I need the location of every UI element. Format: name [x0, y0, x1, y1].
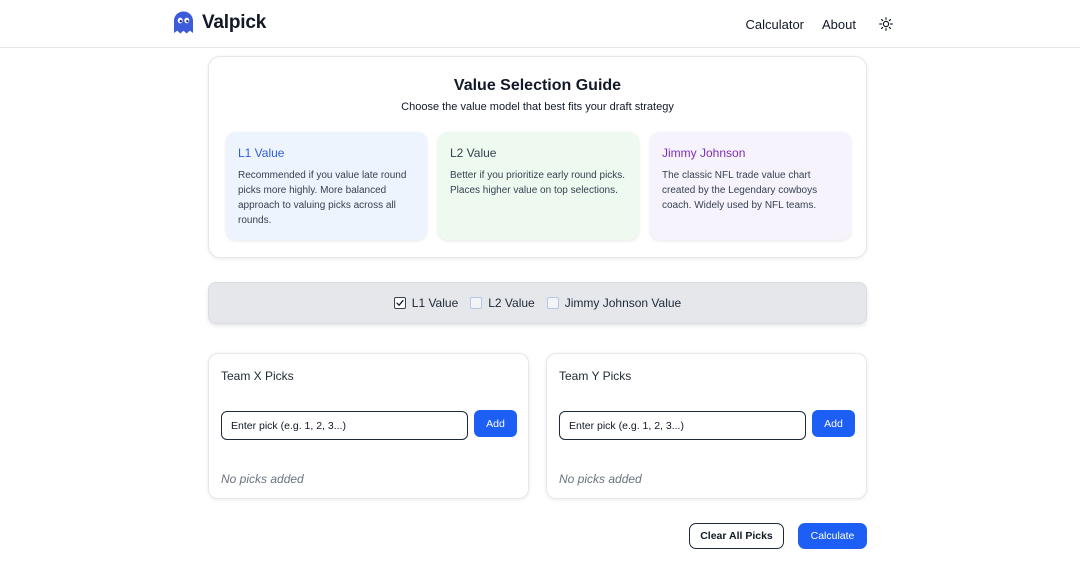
option-l2-value[interactable]: L2 Value — [470, 296, 535, 310]
guide-title: Value Selection Guide — [453, 77, 622, 94]
option-label: Jimmy Johnson Value — [564, 296, 682, 310]
checkmark-icon — [396, 299, 404, 306]
calculate-button[interactable]: Calculate — [798, 523, 867, 549]
app-name: Valpick — [202, 12, 267, 33]
brand-home-link[interactable]: Valpick — [173, 11, 266, 35]
model-card-l2: L2 Value Better if you prioritize early … — [438, 132, 639, 240]
team-y-pick-input[interactable] — [559, 411, 806, 440]
sun-icon — [879, 17, 893, 31]
l1-value-checkbox[interactable] — [393, 297, 406, 309]
theme-toggle-button[interactable] — [876, 14, 896, 34]
main-nav: Calculator About — [727, 0, 896, 48]
model-card-title: L1 Value — [238, 146, 285, 160]
value-model-selector: L1 Value L2 Value Jimmy Johnson Value — [208, 282, 867, 324]
clear-all-picks-button[interactable]: Clear All Picks — [689, 523, 784, 549]
option-label: L2 Value — [488, 296, 535, 310]
jimmy-johnson-value-checkbox[interactable] — [546, 297, 559, 309]
model-card-title: Jimmy Johnson — [662, 146, 746, 160]
team-x-panel: Team X Picks Add No picks added — [208, 353, 529, 499]
team-x-empty-state: No picks added — [221, 472, 304, 486]
option-jimmy-johnson-value[interactable]: Jimmy Johnson Value — [546, 296, 682, 310]
option-l1-value[interactable]: L1 Value — [393, 296, 459, 310]
team-y-panel: Team Y Picks Add No picks added — [546, 353, 867, 499]
team-x-add-button[interactable]: Add — [474, 410, 517, 437]
nav-about-link[interactable]: About — [822, 17, 856, 32]
l2-value-checkbox[interactable] — [470, 297, 483, 309]
model-card-title: L2 Value — [450, 146, 497, 160]
team-y-title: Team Y Picks — [559, 369, 632, 383]
guide-subtitle: Choose the value model that best fits yo… — [401, 101, 674, 113]
model-card-description: Better if you prioritize early round pic… — [450, 170, 626, 196]
model-card-description: Recommended if you value late round pick… — [238, 170, 407, 226]
model-card-description: The classic NFL trade value chart create… — [662, 170, 818, 211]
team-y-add-button[interactable]: Add — [812, 410, 855, 437]
team-x-title: Team X Picks — [221, 369, 294, 383]
option-label: L1 Value — [411, 296, 459, 310]
model-card-l1: L1 Value Recommended if you value late r… — [226, 132, 427, 240]
value-selection-guide: Value Selection Guide Choose the value m… — [208, 56, 867, 258]
top-header: Valpick Calculator About — [0, 0, 1080, 48]
team-y-empty-state: No picks added — [559, 472, 642, 486]
team-x-pick-input[interactable] — [221, 411, 468, 440]
ghost-icon — [174, 11, 193, 34]
model-card-jimmy-johnson: Jimmy Johnson The classic NFL trade valu… — [650, 132, 851, 240]
nav-calculator-link[interactable]: Calculator — [745, 17, 804, 32]
